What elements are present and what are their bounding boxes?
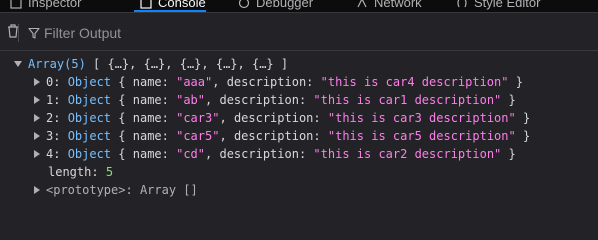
filter-icon [28, 27, 40, 39]
name-key: name: [132, 129, 169, 143]
expand-arrow-icon[interactable] [34, 77, 40, 86]
item-type: Object [67, 129, 112, 143]
array-item-row[interactable]: 2: Object { name: "car3", description: "… [34, 109, 530, 127]
description-value: "this is car2 description" [313, 147, 502, 161]
tab-label: Network [374, 0, 422, 10]
description-key: description: [226, 75, 314, 89]
item-index: 4: [46, 147, 61, 161]
tab-style-editor[interactable]: Style Editor [456, 0, 540, 12]
style-editor-icon [457, 0, 467, 8]
expand-arrow-icon[interactable] [34, 113, 40, 122]
name-key: name: [132, 147, 169, 161]
tab-inspector[interactable]: Inspector [10, 0, 81, 12]
tab-label: Style Editor [474, 0, 541, 10]
name-value: "aaa" [176, 75, 213, 89]
description-value: "this is car4 description" [320, 75, 509, 89]
description-value: "this is car5 description" [327, 129, 516, 143]
close-brace: } [515, 75, 523, 89]
description-value: "this is car3 description" [327, 111, 516, 125]
item-index: 0: [46, 75, 61, 89]
name-value: "car5" [176, 129, 220, 143]
network-icon [357, 0, 367, 8]
console-icon [140, 0, 152, 9]
open-brace: { [118, 111, 126, 125]
array-label: Array(5) [28, 57, 86, 71]
devtools-console: Inspector Console Debugger Network Style… [0, 0, 598, 216]
item-type: Object [67, 111, 112, 125]
prototype-row[interactable]: <prototype>: Array [] [34, 181, 198, 199]
console-output: Array(5) [ {…}, {…}, {…}, {…}, {…} ] 0: … [0, 51, 598, 216]
description-key: description: [233, 111, 321, 125]
length-key: length: [48, 165, 99, 179]
length-row: length: 5 [48, 163, 113, 181]
inspector-icon [10, 0, 22, 9]
array-preview: [ {…}, {…}, {…}, {…}, {…} ] [93, 57, 289, 71]
name-value: "cd" [176, 147, 206, 161]
open-brace: { [118, 75, 126, 89]
name-value: "car3" [176, 111, 220, 125]
close-brace: } [522, 111, 531, 125]
active-tab-indicator [134, 10, 206, 12]
description-key: description: [219, 147, 307, 161]
open-brace: { [118, 93, 126, 107]
item-type: Object [67, 75, 112, 89]
console-toolbar [0, 13, 598, 51]
array-header-row[interactable]: Array(5) [ {…}, {…}, {…}, {…}, {…} ] [14, 55, 288, 73]
prototype-key: <prototype>: [46, 183, 133, 197]
collapse-arrow-icon[interactable] [14, 60, 22, 67]
toolbar-divider [18, 24, 19, 42]
array-item-row[interactable]: 3: Object { name: "car5", description: "… [34, 127, 530, 145]
item-index: 2: [46, 111, 61, 125]
debugger-icon [238, 0, 250, 9]
name-value: "ab" [176, 93, 206, 107]
devtools-tab-strip: Inspector Console Debugger Network Style… [0, 0, 598, 13]
tab-label: Inspector [28, 0, 82, 10]
item-type: Object [67, 147, 112, 161]
expand-arrow-icon[interactable] [34, 131, 40, 140]
array-item-row[interactable]: 1: Object { name: "ab", description: "th… [34, 91, 516, 109]
expand-arrow-icon[interactable] [34, 149, 40, 158]
description-key: description: [219, 93, 307, 107]
name-key: name: [132, 75, 169, 89]
tab-label: Debugger [256, 0, 314, 10]
array-item-row[interactable]: 4: Object { name: "cd", description: "th… [34, 145, 516, 163]
description-key: description: [233, 129, 321, 143]
item-index: 1: [46, 93, 61, 107]
expand-arrow-icon[interactable] [34, 95, 40, 104]
close-brace: } [508, 93, 516, 107]
description-value: "this is car1 description" [313, 93, 502, 107]
length-value: 5 [105, 165, 114, 179]
filter-output-input[interactable] [44, 23, 344, 43]
tab-network[interactable]: Network [356, 0, 422, 12]
tab-debugger[interactable]: Debugger [238, 0, 313, 12]
open-brace: { [118, 147, 126, 161]
close-brace: } [508, 147, 516, 161]
name-key: name: [132, 93, 169, 107]
prototype-value: Array [] [139, 183, 198, 197]
expand-arrow-icon[interactable] [34, 185, 40, 194]
open-brace: { [118, 129, 126, 143]
name-key: name: [132, 111, 169, 125]
array-item-row[interactable]: 0: Object { name: "aaa", description: "t… [34, 73, 523, 91]
item-index: 3: [46, 129, 61, 143]
item-type: Object [67, 93, 112, 107]
close-brace: } [522, 129, 531, 143]
